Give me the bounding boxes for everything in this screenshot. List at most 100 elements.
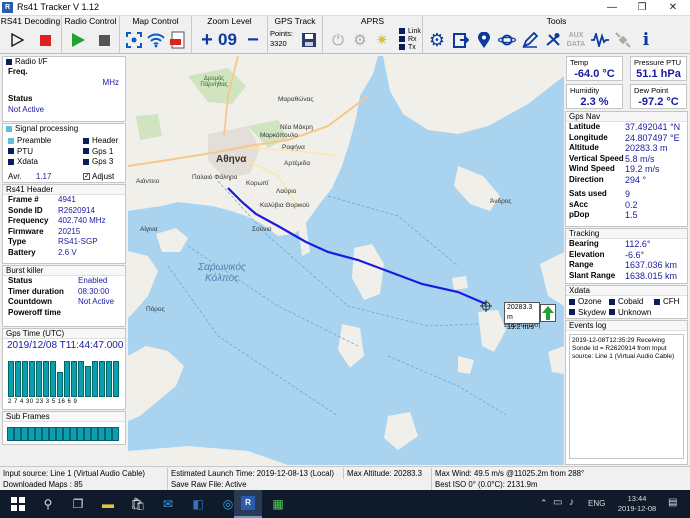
row-key: pDop bbox=[569, 210, 590, 219]
pdf-export-button[interactable] bbox=[167, 29, 189, 51]
app-button-3[interactable]: ▦ bbox=[264, 490, 292, 518]
label-kalyvia: Καλύβια Θορικού bbox=[260, 202, 310, 209]
row-key: Battery bbox=[8, 247, 36, 257]
tray-up-icon[interactable]: ⌃ bbox=[540, 498, 548, 509]
row-value: 402.740 MHz bbox=[58, 216, 106, 225]
satellite-ids: 2 7 4 30 23 3 5 16 6 9 bbox=[8, 399, 78, 405]
start-button[interactable] bbox=[4, 490, 32, 518]
settings-button[interactable]: ⚙ bbox=[426, 29, 448, 51]
row-key: Slant Range bbox=[569, 270, 616, 280]
clock[interactable]: 13:44 2019-12-08 bbox=[614, 494, 660, 514]
row-key: Timer duration bbox=[8, 286, 64, 296]
label-aigina: Αίγινα bbox=[140, 226, 158, 233]
aprs-settings-button[interactable]: ⚙ bbox=[349, 29, 371, 51]
gps-nav-title: Gps Nav bbox=[566, 112, 687, 122]
tracking-rows: Bearing 112.6° Elevation -6.6° Range 1637.036… bbox=[566, 239, 687, 281]
app-icon: ▦ bbox=[272, 497, 284, 511]
network-icon[interactable]: ▭ bbox=[553, 497, 562, 508]
data-row: Range 1637.036 km bbox=[566, 260, 687, 271]
map-pin-icon bbox=[478, 31, 490, 48]
row-key: Range bbox=[569, 260, 594, 269]
status-iso: Best ISO 0° (0.0°C): 2131.9m bbox=[435, 480, 538, 489]
map-pin-button[interactable] bbox=[473, 29, 495, 51]
popup-altitude: 20283.3 m bbox=[507, 304, 533, 321]
satellite-button[interactable] bbox=[612, 29, 634, 51]
radio-play-button[interactable] bbox=[67, 29, 89, 51]
status-input-source: Input source: Line 1 (Virtual Audio Cabl… bbox=[0, 468, 168, 479]
volume-icon[interactable]: ♪ bbox=[569, 497, 574, 508]
balloon-popup[interactable]: 20283.3 m 19.2 m/s bbox=[504, 302, 540, 331]
humidity-box: Humidity 2.3 % bbox=[566, 84, 623, 109]
zoom-in-button[interactable]: + bbox=[196, 29, 218, 51]
flight-button[interactable] bbox=[542, 29, 564, 51]
row-key: Elevation bbox=[569, 249, 605, 259]
data-row: Longitude 24.807497 °E bbox=[566, 133, 687, 144]
signal-item: Gps 3 bbox=[83, 157, 118, 168]
radio-led bbox=[6, 58, 12, 65]
wifi-button[interactable] bbox=[145, 29, 167, 51]
map-view[interactable]: Αθηνα Σαρωνικός Κόλπος Ερμούπολη Παλαιό … bbox=[128, 56, 564, 465]
row-value: 20283.3 m bbox=[625, 143, 668, 153]
waveform-button[interactable] bbox=[589, 29, 611, 51]
dewpoint-box: Dew Point -97.2 °C bbox=[630, 84, 687, 109]
save-track-button[interactable] bbox=[298, 29, 320, 51]
row-value: -6.6° bbox=[625, 249, 645, 260]
subframe-cell bbox=[84, 427, 91, 441]
play-decoding-button[interactable] bbox=[6, 29, 28, 51]
rs41-tracker-task[interactable]: R bbox=[234, 490, 262, 518]
aux-data-button[interactable]: AUX DATA bbox=[565, 29, 587, 51]
task-view-button[interactable]: ❐ bbox=[64, 490, 92, 518]
window-title: Rs41 Tracker V 1.12 bbox=[17, 2, 100, 12]
satellite-signal-bar bbox=[36, 361, 42, 397]
language-indicator[interactable]: ENG bbox=[588, 499, 605, 508]
adjust-checkbox[interactable]: ✓ Adjust bbox=[83, 172, 114, 181]
wifi-icon bbox=[147, 33, 165, 48]
satellite-signal-bar bbox=[43, 361, 49, 397]
power-icon: ⏻ bbox=[332, 31, 344, 49]
satellite-bars bbox=[8, 355, 122, 397]
pressure-value: 51.1 hPa bbox=[636, 68, 681, 80]
satellite-signal-bar bbox=[64, 361, 70, 397]
points-label: Points: bbox=[270, 29, 293, 38]
aprs-power-button[interactable]: ⏻ bbox=[327, 29, 349, 51]
minimize-button[interactable]: — bbox=[597, 0, 627, 16]
avr-value: 1.17 bbox=[35, 172, 52, 181]
adjust-label: Adjust bbox=[92, 172, 115, 181]
points-value: 3320 bbox=[270, 39, 287, 48]
info-button[interactable]: i bbox=[635, 29, 657, 51]
export-button[interactable] bbox=[450, 29, 472, 51]
unknown-led bbox=[609, 309, 615, 316]
center-map-button[interactable] bbox=[123, 29, 145, 51]
zoom-out-button[interactable]: − bbox=[242, 29, 264, 51]
mail-button[interactable]: ✉ bbox=[154, 490, 182, 518]
row-key: Vertical Speed bbox=[569, 153, 624, 163]
edit-button[interactable] bbox=[519, 29, 541, 51]
data-row: pDop 1.5 bbox=[566, 210, 687, 221]
rx-led bbox=[399, 36, 405, 43]
events-log[interactable]: 2019-12-08T12:35:29 Receiving Sonde Id =… bbox=[569, 334, 684, 459]
xdata-label: Ozone bbox=[578, 297, 602, 306]
store-button[interactable]: 🛍 bbox=[124, 490, 152, 518]
explorer-button[interactable]: ▬ bbox=[94, 490, 122, 518]
maximize-button[interactable]: ❐ bbox=[627, 0, 657, 16]
satellite-signal-bar bbox=[22, 361, 28, 397]
aprs-star-button[interactable]: ✷ bbox=[371, 29, 393, 51]
data-row: Direction 294 ° bbox=[566, 175, 687, 186]
aprs-group-label: APRS bbox=[360, 16, 385, 26]
signal-item: Preamble bbox=[8, 136, 51, 147]
taskbar-search-button[interactable]: ⚲ bbox=[34, 490, 62, 518]
xdata-col-2: Cobald Unknown bbox=[609, 297, 651, 318]
header-rows: Frame # 4941 Sonde ID R2620914 Frequency 402.… bbox=[3, 195, 125, 258]
notifications-icon[interactable]: ▤ bbox=[668, 497, 677, 508]
save-icon bbox=[302, 33, 316, 47]
app-button-1[interactable]: ◧ bbox=[184, 490, 212, 518]
nav-rows: Latitude 37.492041 °N Longitude 24.807497 °… bbox=[566, 122, 687, 185]
subframe-cell bbox=[42, 427, 49, 441]
row-value: 294 ° bbox=[625, 174, 647, 185]
aprs-status: Link Rx Tx bbox=[399, 28, 421, 52]
planet-button[interactable] bbox=[496, 29, 518, 51]
radio-stop-button[interactable] bbox=[93, 29, 115, 51]
row-value: 08:30:00 bbox=[78, 286, 110, 296]
stop-decoding-button[interactable] bbox=[34, 29, 56, 51]
close-button[interactable]: ✕ bbox=[658, 0, 688, 16]
